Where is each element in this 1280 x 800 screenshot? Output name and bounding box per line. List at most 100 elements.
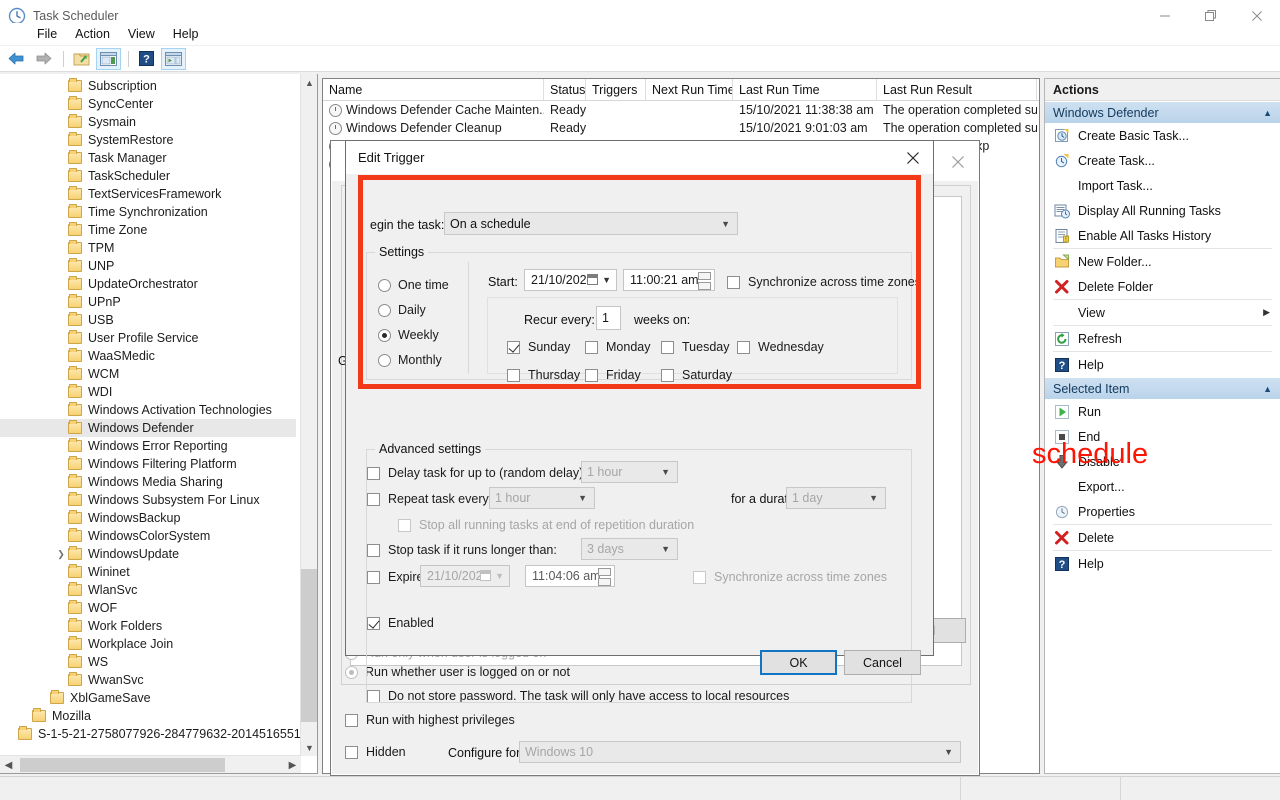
tree-item[interactable]: UPnP — [0, 293, 296, 311]
thursday-checkbox[interactable] — [507, 368, 520, 382]
tree-item[interactable]: Workplace Join — [0, 635, 296, 653]
expire-time-field[interactable]: 11:04:06 am — [525, 565, 615, 587]
forward-arrow-icon[interactable] — [31, 48, 56, 70]
expire-sync-checkbox[interactable] — [693, 570, 706, 584]
expire-date-field[interactable]: 21/10/2022 ▼ — [420, 565, 510, 587]
expire-option[interactable]: Expire: — [367, 570, 427, 584]
tree-horizontal-scrollbar[interactable]: ◀ ▶ — [0, 755, 301, 773]
tree-item[interactable]: UpdateOrchestrator — [0, 275, 296, 293]
action-item-enable-all-tasks-history[interactable]: ! Enable All Tasks History — [1045, 223, 1280, 248]
schedule-option-monthly[interactable]: Monthly — [378, 353, 442, 367]
action-item-help[interactable]: ? Help — [1045, 551, 1280, 576]
start-date-field[interactable]: 21/10/2021 ▼ — [524, 269, 617, 291]
cancel-button[interactable]: Cancel — [844, 650, 921, 675]
day-option-sunday[interactable]: Sunday — [507, 340, 570, 354]
day-option-wednesday[interactable]: Wednesday — [737, 340, 824, 354]
tree-item[interactable]: Mozilla — [0, 707, 296, 725]
chevron-up-icon[interactable]: ▲ — [1263, 384, 1272, 394]
tree-item[interactable]: TaskScheduler — [0, 167, 296, 185]
column-header[interactable]: Status — [544, 79, 586, 101]
scroll-left-arrow-icon[interactable]: ◀ — [0, 756, 17, 773]
time-spinner-icon[interactable] — [598, 568, 611, 586]
hidden-option[interactable]: Hidden — [345, 745, 406, 759]
action-item-export[interactable]: Export... — [1045, 474, 1280, 499]
day-option-friday[interactable]: Friday — [585, 368, 641, 382]
saturday-checkbox[interactable] — [661, 368, 674, 382]
tree-item[interactable]: Work Folders — [0, 617, 296, 635]
action-item-display-all-running-tasks[interactable]: Display All Running Tasks — [1045, 198, 1280, 223]
chevron-up-icon[interactable]: ▲ — [1263, 108, 1272, 118]
tree-item[interactable]: WDI — [0, 383, 296, 401]
tree-item[interactable]: Task Manager — [0, 149, 296, 167]
menu-file[interactable]: File — [28, 25, 66, 43]
show-hide-console-tree-icon[interactable] — [96, 47, 121, 70]
hidden-checkbox[interactable] — [345, 745, 358, 759]
tree-item[interactable]: Sysmain — [0, 113, 296, 131]
scroll-down-arrow-icon[interactable]: ▼ — [301, 739, 317, 756]
tree-item[interactable]: SystemRestore — [0, 131, 296, 149]
stop-all-running-checkbox[interactable] — [398, 518, 411, 532]
menu-help[interactable]: Help — [164, 25, 208, 43]
column-header[interactable]: Triggers — [586, 79, 646, 101]
scroll-up-arrow-icon[interactable]: ▲ — [301, 74, 317, 91]
day-option-monday[interactable]: Monday — [585, 340, 650, 354]
one-time-radio[interactable] — [378, 278, 391, 292]
tree-vscroll-thumb[interactable] — [301, 569, 317, 722]
tree-item[interactable]: Time Zone — [0, 221, 296, 239]
friday-checkbox[interactable] — [585, 368, 598, 382]
expire-sync-timezones-option[interactable]: Synchronize across time zones — [693, 570, 887, 584]
action-item-run[interactable]: Run — [1045, 399, 1280, 424]
menu-action[interactable]: Action — [66, 25, 119, 43]
tree-item[interactable]: S-1-5-21-2758077926-284779632-2014516551 — [0, 725, 301, 743]
configure-for-select[interactable]: Windows 10 ▼ — [519, 741, 961, 763]
folder-tree[interactable]: Subscription SyncCenter Sysmain SystemResto… — [0, 77, 301, 743]
run-highest-privileges-checkbox[interactable] — [345, 713, 358, 727]
action-item-create-task[interactable]: Create Task... — [1045, 148, 1280, 173]
column-header[interactable]: Last Run Time — [733, 79, 877, 101]
tree-item[interactable]: ❯ WindowsUpdate — [0, 545, 296, 563]
schedule-option-weekly[interactable]: Weekly — [378, 328, 439, 342]
tree-item[interactable]: Windows Media Sharing — [0, 473, 296, 491]
weekly-radio[interactable] — [378, 328, 391, 342]
day-option-thursday[interactable]: Thursday — [507, 368, 580, 382]
help-icon[interactable]: ? — [134, 48, 159, 70]
column-header[interactable]: Next Run Time — [646, 79, 733, 101]
tree-item[interactable]: Windows Error Reporting — [0, 437, 296, 455]
tree-item[interactable]: Wininet — [0, 563, 296, 581]
tree-item[interactable]: Windows Filtering Platform — [0, 455, 296, 473]
actions-section-header[interactable]: Selected Item ▲ — [1045, 377, 1280, 399]
tree-item[interactable]: WlanSvc — [0, 581, 296, 599]
tree-item[interactable]: Subscription — [0, 77, 296, 95]
action-item-refresh[interactable]: Refresh — [1045, 326, 1280, 351]
tree-item[interactable]: WS — [0, 653, 296, 671]
tree-hscroll-thumb[interactable] — [20, 758, 225, 772]
stop-task-duration-select[interactable]: 3 days ▼ — [581, 538, 678, 560]
tree-vertical-scrollbar[interactable]: ▲ ▼ — [300, 74, 317, 756]
tree-item[interactable]: WCM — [0, 365, 296, 383]
properties-close-icon[interactable] — [947, 151, 969, 173]
sync-timezones-checkbox[interactable] — [727, 275, 740, 289]
delay-task-checkbox[interactable] — [367, 466, 380, 480]
action-item-import-task[interactable]: Import Task... — [1045, 173, 1280, 198]
monthly-radio[interactable] — [378, 353, 391, 367]
menu-view[interactable]: View — [119, 25, 164, 43]
tree-item[interactable]: USB — [0, 311, 296, 329]
column-header[interactable]: Last Run Result — [877, 79, 1037, 101]
tree-item[interactable]: Windows Activation Technologies — [0, 401, 296, 419]
table-row[interactable]: Windows Defender Cache Mainten... Ready 15… — [323, 101, 1039, 119]
repeat-interval-select[interactable]: 1 hour ▼ — [489, 487, 595, 509]
delay-duration-select[interactable]: 1 hour ▼ — [581, 461, 678, 483]
monday-checkbox[interactable] — [585, 340, 598, 354]
start-time-field[interactable]: 11:00:21 am — [623, 269, 715, 291]
action-item-create-basic-task[interactable]: Create Basic Task... — [1045, 123, 1280, 148]
action-item-help[interactable]: ? Help — [1045, 352, 1280, 377]
tuesday-checkbox[interactable] — [661, 340, 674, 354]
action-item-delete-folder[interactable]: Delete Folder — [1045, 274, 1280, 299]
ok-button[interactable]: OK — [760, 650, 837, 675]
tree-item[interactable]: TextServicesFramework — [0, 185, 296, 203]
day-option-tuesday[interactable]: Tuesday — [661, 340, 729, 354]
wednesday-checkbox[interactable] — [737, 340, 750, 354]
action-item-delete[interactable]: Delete — [1045, 525, 1280, 550]
column-header[interactable]: Name — [323, 79, 544, 101]
tree-item[interactable]: Time Synchronization — [0, 203, 296, 221]
